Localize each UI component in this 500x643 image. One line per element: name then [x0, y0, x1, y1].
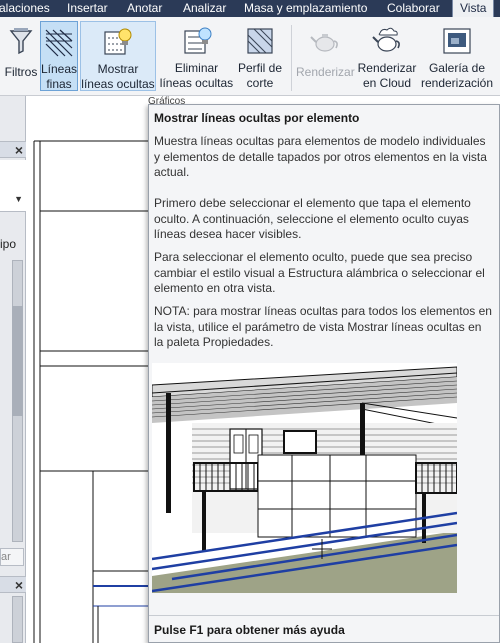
chevron-down-icon: ▼: [14, 194, 23, 204]
browser-scrollbar[interactable]: [12, 596, 23, 643]
tab-analizar[interactable]: Analizar: [183, 0, 226, 17]
remove-hidden-lines-icon: [183, 27, 211, 54]
tooltip-footer-divider: [149, 615, 499, 616]
lineas-finas-label-1: Líneas: [41, 62, 78, 76]
ribbon-separator: [291, 25, 292, 91]
filter-icon: [9, 28, 33, 55]
filtros-label: Filtros: [4, 65, 38, 79]
galeria-de-renderizacion-label-2: renderización: [420, 76, 494, 90]
tab-vista[interactable]: Vista: [452, 0, 495, 17]
tooltip-footer: Pulse F1 para obtener más ayuda: [154, 623, 345, 637]
galeria-de-renderizacion-label-1: Galería de: [428, 61, 486, 75]
tooltip-paragraph-2: Primero debe seleccionar el elemento que…: [154, 196, 471, 241]
lineas-finas-label-2: finas: [46, 77, 72, 91]
ribbon-tab-bar: alaciones Insertar Anotar Analizar Masa …: [0, 0, 500, 17]
tab-instalaciones[interactable]: alaciones: [0, 0, 50, 17]
renderizar-en-cloud-label-1: Renderizar: [357, 61, 417, 75]
close-icon[interactable]: ×: [15, 577, 23, 593]
type-selector[interactable]: ▼: [0, 160, 26, 212]
browser-header: ×: [0, 576, 26, 593]
perfil-de-corte-label-2: corte: [246, 76, 274, 90]
mostrar-lineas-ocultas-label-2: líneas ocultas: [81, 77, 155, 91]
type-label-partial: ipo: [0, 237, 17, 251]
perfil-de-corte-button[interactable]: Perfil de corte: [234, 21, 286, 91]
gallery-icon: [443, 28, 471, 54]
tooltip-paragraph-1: Muestra líneas ocultas para elementos de…: [154, 134, 487, 179]
renderizar-label: Renderizar: [296, 65, 355, 79]
close-icon[interactable]: ×: [15, 142, 23, 158]
teapot-icon: [310, 34, 338, 52]
galeria-de-renderizacion-button[interactable]: Galería de renderización: [418, 21, 496, 91]
drawing-canvas[interactable]: [27, 96, 148, 643]
filtros-button[interactable]: Filtros: [2, 21, 40, 91]
mostrar-lineas-ocultas-label-1: Mostrar: [97, 62, 139, 76]
tab-insertar[interactable]: Insertar: [67, 0, 108, 17]
eliminar-lineas-ocultas-button[interactable]: Eliminar líneas ocultas: [159, 21, 234, 91]
apply-button-label: ar: [1, 551, 11, 563]
scrollbar-thumb[interactable]: [12, 306, 23, 416]
lineas-finas-button[interactable]: Líneas finas: [40, 21, 78, 91]
renderizar-en-cloud-button[interactable]: Renderizar en Cloud: [356, 21, 418, 91]
perfil-de-corte-label-1: Perfil de: [237, 61, 283, 75]
cut-profile-icon: [247, 28, 273, 54]
revit-window: { "ribbon_tabs": ["alaciones", "Insertar…: [0, 0, 500, 643]
tooltip: Mostrar líneas ocultas por elemento Mues…: [148, 104, 500, 643]
ribbon-panel: Filtros Líneas finas Mostrar líneas ocul…: [0, 17, 500, 96]
tooltip-paragraph-4: NOTA: para mostrar líneas ocultas para t…: [154, 304, 492, 349]
tab-masa-y-emplazamiento[interactable]: Masa y emplazamiento: [244, 0, 367, 17]
tooltip-title: Mostrar líneas ocultas por elemento: [154, 111, 360, 125]
tooltip-illustration: [152, 363, 457, 593]
properties-palette: × ▼ ipo ar ×: [0, 96, 26, 643]
tooltip-paragraph-3: Para seleccionar el elemento oculto, pue…: [154, 250, 485, 295]
thin-lines-icon: [45, 29, 73, 57]
eliminar-lineas-ocultas-label-1: Eliminar: [174, 61, 219, 75]
renderizar-button[interactable]: Renderizar: [296, 21, 355, 91]
show-hidden-lines-icon: [104, 28, 132, 55]
cloud-teapot-icon: [372, 27, 400, 52]
eliminar-lineas-ocultas-label-2: líneas ocultas: [159, 76, 234, 90]
apply-button-partial[interactable]: ar: [0, 548, 24, 566]
renderizar-en-cloud-label-2: en Cloud: [362, 76, 412, 90]
mostrar-lineas-ocultas-button[interactable]: Mostrar líneas ocultas: [80, 21, 156, 91]
tab-colaborar[interactable]: Colaborar: [387, 0, 440, 17]
palette-header: ×: [0, 141, 26, 158]
tab-anotar[interactable]: Anotar: [127, 0, 162, 17]
